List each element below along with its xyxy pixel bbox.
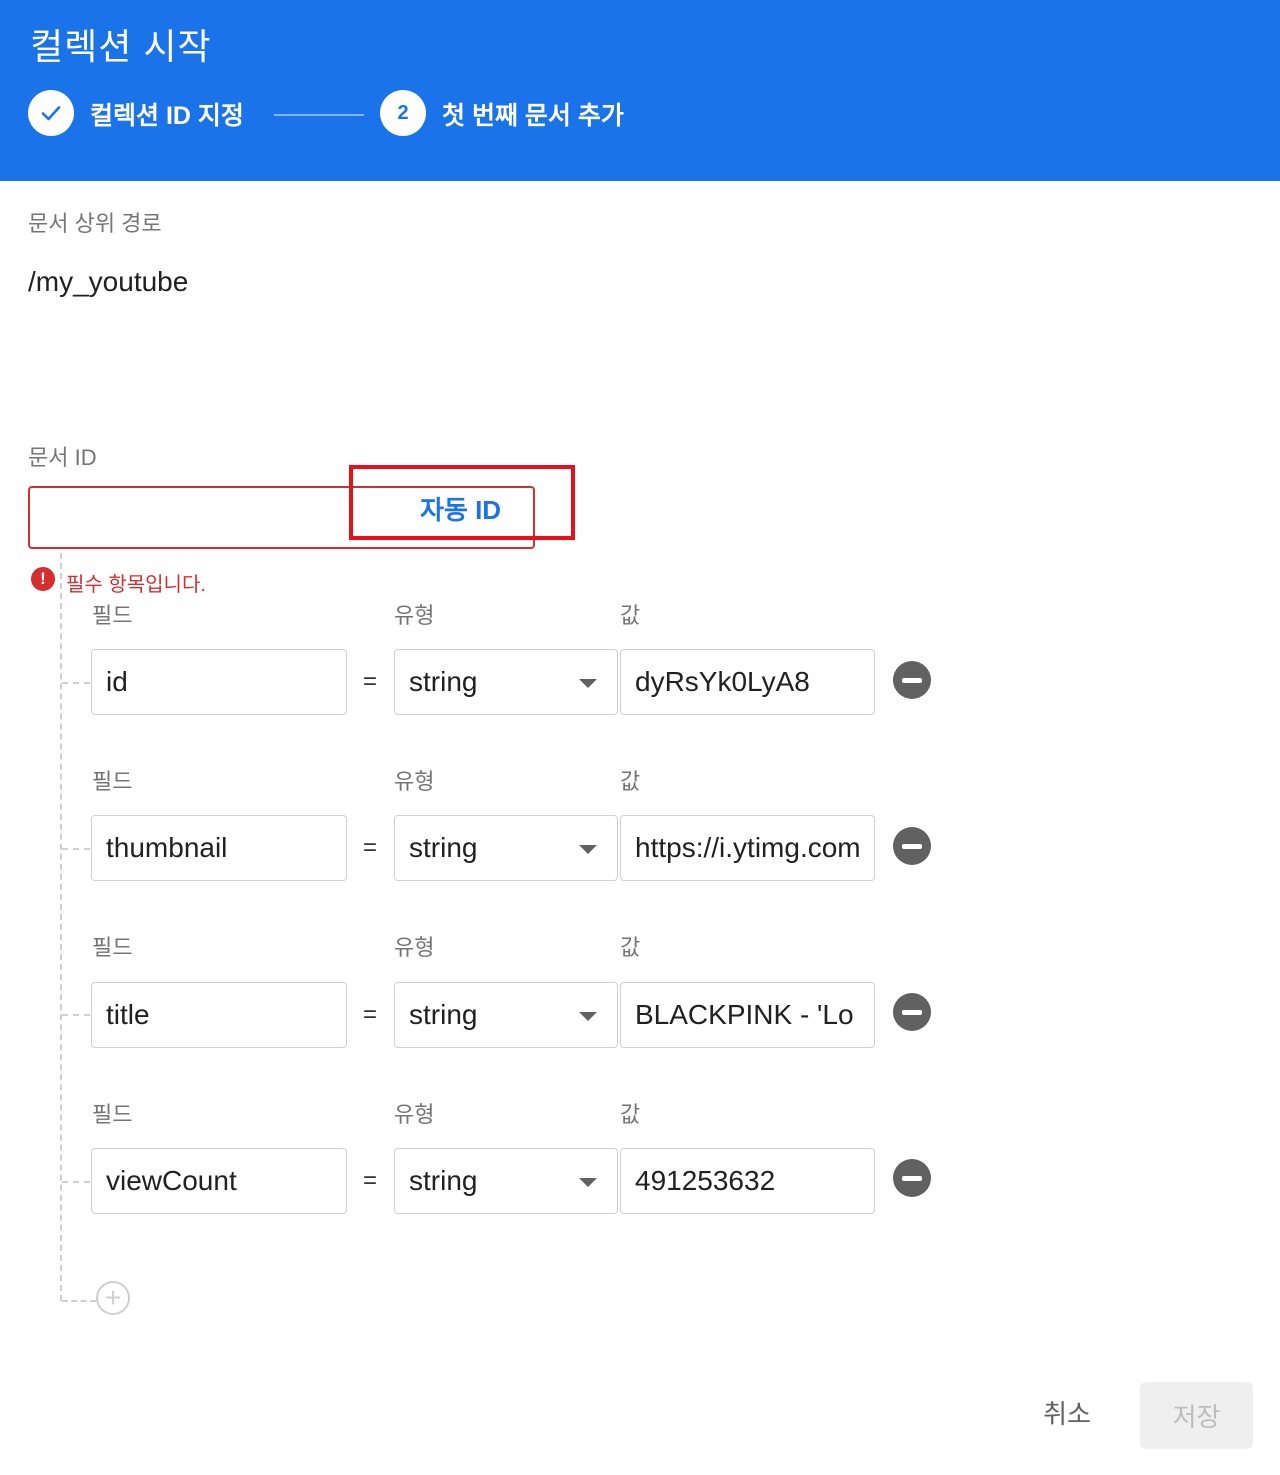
field-value-label: 값 [620,603,641,628]
equals-sign: = [363,668,378,695]
field-name-input[interactable]: id [91,649,347,715]
remove-field-button[interactable] [893,993,931,1031]
field-value-input[interactable]: https://i.ytimg.com [620,815,875,881]
tree-branch [62,848,90,850]
minus-icon [902,843,922,849]
field-type-select[interactable]: string [394,1148,618,1214]
field-name-input[interactable]: title [91,982,347,1048]
parent-path-value: /my_youtube [28,266,189,297]
step-2-label: 첫 번째 문서 추가 [442,102,624,130]
field-type-select[interactable]: string [394,982,618,1048]
error-icon: ! [31,567,55,591]
remove-field-button[interactable] [893,661,931,699]
dropdown-arrow-icon [579,679,597,688]
tree-branch [62,682,90,684]
field-type-label: 유형 [394,935,435,960]
field-type-value: string [409,666,478,697]
cancel-button[interactable]: 취소 [1030,1390,1104,1434]
field-value-input[interactable]: 491253632 [620,1148,875,1214]
parent-path-label: 문서 상위 경로 [28,211,162,236]
field-type-value: string [409,999,478,1030]
dropdown-arrow-icon [579,1012,597,1021]
stepper-connector [274,114,364,116]
field-value-input[interactable]: dyRsYk0LyA8 [620,649,875,715]
minus-icon [902,1175,922,1181]
remove-field-button[interactable] [893,827,931,865]
document-id-label: 문서 ID [28,445,97,470]
field-name-label: 필드 [92,935,133,960]
field-type-label: 유형 [394,603,435,628]
tree-branch [62,1181,90,1183]
field-type-value: string [409,832,478,863]
step-1-check-icon [28,90,74,136]
dropdown-arrow-icon [579,1178,597,1187]
dialog-header: 컬렉션 시작 컬렉션 ID 지정 2 첫 번째 문서 추가 [0,0,1280,181]
annotation-highlight-box [349,465,575,540]
field-name-input[interactable]: thumbnail [91,815,347,881]
add-field-plus-icon[interactable]: + [96,1281,130,1315]
equals-sign: = [363,1001,378,1028]
field-name-label: 필드 [92,769,133,794]
tree-connector-line [60,553,62,1301]
equals-sign: = [363,834,378,861]
field-type-label: 유형 [394,769,435,794]
field-value-input[interactable]: BLACKPINK - 'Lo [620,982,875,1048]
minus-icon [902,677,922,683]
dropdown-arrow-icon [579,845,597,854]
field-value-label: 값 [620,1102,641,1127]
dialog-title: 컬렉션 시작 [30,26,212,67]
field-type-value: string [409,1165,478,1196]
error-message: 필수 항목입니다. [66,574,206,596]
tree-branch [62,1014,90,1016]
equals-sign: = [363,1167,378,1194]
field-type-select[interactable]: string [394,815,618,881]
minus-icon [902,1009,922,1015]
tree-branch [62,1300,96,1302]
field-name-label: 필드 [92,603,133,628]
field-value-label: 값 [620,769,641,794]
field-value-label: 값 [620,935,641,960]
step-2-number: 2 [380,90,426,136]
field-name-input[interactable]: viewCount [91,1148,347,1214]
remove-field-button[interactable] [893,1159,931,1197]
field-name-label: 필드 [92,1102,133,1127]
field-type-select[interactable]: string [394,649,618,715]
step-1-label: 컬렉션 ID 지정 [90,102,244,130]
save-button[interactable]: 저장 [1140,1382,1253,1449]
field-type-label: 유형 [394,1102,435,1127]
